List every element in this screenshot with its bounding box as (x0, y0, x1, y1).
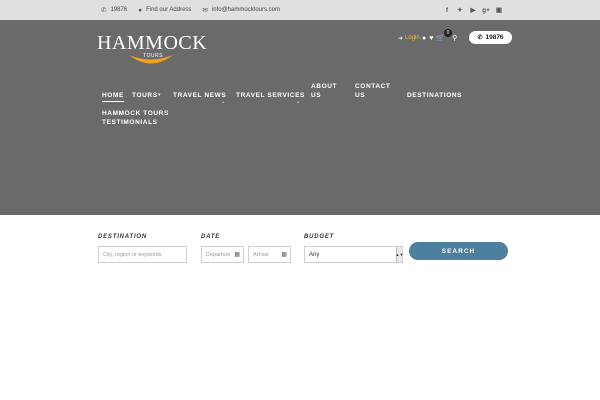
nav-travel-news[interactable]: TRAVEL NEWS (173, 91, 226, 100)
top-bar: ✆ 19876 ● Find our Address ✉ info@hammoc… (0, 0, 600, 20)
budget-select[interactable]: Any ▲▼ (304, 246, 403, 263)
nav-testimonials[interactable]: TESTIMONIALS (102, 118, 158, 127)
nav-destinations[interactable]: DESTINATIONS (407, 91, 462, 100)
departure-placeholder: Departure (206, 251, 231, 258)
calendar-icon: ▦ (234, 252, 240, 258)
topbar-email[interactable]: ✉ info@hammocktours.com (202, 6, 280, 14)
social-links: f ✦ ▶ g+ ▣ (440, 0, 505, 20)
page: ✆ 19876 ● Find our Address ✉ info@hammoc… (0, 0, 600, 400)
main-nav: HOME TOURS ▾ TRAVEL NEWS ⌄ TRAVEL SERVIC… (0, 20, 600, 215)
twitter-icon[interactable]: ✦ (454, 4, 466, 16)
nav-contact-line1[interactable]: CONTACT (355, 82, 391, 91)
departure-input[interactable]: Departure ▦ (201, 246, 244, 263)
envelope-icon: ✉ (202, 7, 208, 14)
youtube-icon[interactable]: ▶ (467, 4, 479, 16)
arrival-placeholder: Arrival (253, 251, 269, 258)
contact-info: ✆ 19876 ● Find our Address ✉ info@hammoc… (101, 0, 291, 20)
tour-search-form: DESTINATION City, region or keywords DAT… (0, 215, 600, 275)
budget-value: Any (309, 251, 320, 258)
chevron-down-icon: ⌄ (221, 99, 226, 105)
topbar-address[interactable]: ● Find our Address (138, 7, 191, 14)
destination-label: DESTINATION (98, 234, 148, 240)
calendar-icon: ▦ (281, 252, 287, 258)
phone-icon: ✆ (101, 7, 107, 14)
instagram-icon[interactable]: ▣ (493, 4, 505, 16)
nav-tours[interactable]: TOURS (132, 91, 158, 100)
hero-header: HAMMOCK TOURS ➜ Login ● ♥ 🛒 ⚲ 0 ✆ 19876 … (0, 20, 600, 215)
nav-travel-services[interactable]: TRAVEL SERVICES (236, 91, 305, 100)
google-plus-icon[interactable]: g+ (480, 4, 492, 16)
topbar-phone-text: 19876 (110, 7, 128, 13)
arrival-input[interactable]: Arrival ▦ (248, 246, 291, 263)
topbar-address-text: Find our Address (146, 7, 192, 13)
budget-label: BUDGET (304, 234, 335, 240)
nav-contact-line2[interactable]: US (355, 91, 365, 100)
chevron-down-icon: ▾ (158, 92, 161, 98)
nav-about-line2[interactable]: US (311, 91, 321, 100)
search-button[interactable]: SEARCH (409, 242, 508, 260)
chevron-down-icon: ⌄ (296, 99, 301, 105)
date-label: DATE (201, 234, 221, 240)
select-arrow-icon: ▲▼ (396, 247, 403, 262)
destination-input[interactable]: City, region or keywords (98, 246, 187, 263)
nav-home[interactable]: HOME (102, 91, 124, 102)
topbar-phone[interactable]: ✆ 19876 (101, 6, 127, 14)
facebook-icon[interactable]: f (441, 4, 453, 16)
map-marker-icon: ● (138, 6, 143, 14)
nav-hammock-tours[interactable]: HAMMOCK TOURS (102, 109, 169, 118)
nav-about-line1[interactable]: ABOUT (311, 82, 337, 91)
topbar-email-text: info@hammocktours.com (211, 7, 281, 13)
destination-placeholder: City, region or keywords (103, 251, 162, 258)
